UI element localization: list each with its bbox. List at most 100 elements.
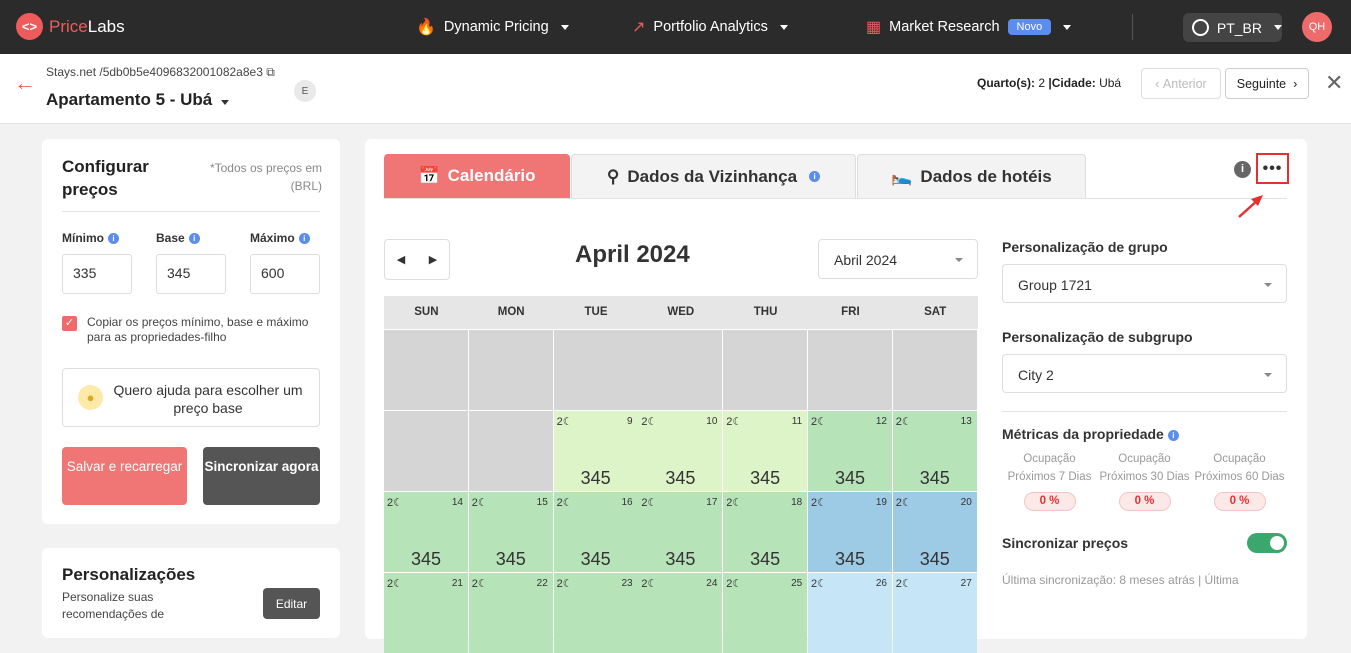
edit-button[interactable]: Editar — [263, 588, 320, 619]
configure-prices-title-line1: Configurar — [62, 157, 149, 176]
nav-dynamic-pricing-label: Dynamic Pricing — [443, 19, 549, 35]
min-label-text: Mínimo — [62, 231, 104, 245]
calendar-day-cell — [553, 330, 638, 410]
calendar-day-cell[interactable]: 2☾ 20 345 — [892, 492, 977, 572]
min-nights-label: 2☾ — [641, 577, 657, 590]
listing-title-dropdown[interactable]: Apartamento 5 - Ubá — [46, 90, 229, 110]
save-reload-button[interactable]: Salvar e recarregar — [62, 447, 187, 505]
previous-button[interactable]: ‹ Anterior — [1141, 68, 1221, 99]
chevron-left-icon: ‹ — [1155, 76, 1163, 91]
calendar-day-cell[interactable]: 2☾ 16 345 — [553, 492, 638, 572]
sync-prices-row: Sincronizar preços — [1002, 533, 1287, 553]
tab-hotels[interactable]: 🛌 Dados de hotéis — [857, 154, 1086, 198]
calendar-day-cell[interactable]: 2☾ 21 — [384, 573, 468, 653]
nav-portfolio-analytics[interactable]: ↗ Portfolio Analytics — [632, 0, 788, 54]
calendar-day-cell[interactable]: 2☾ 27 — [892, 573, 977, 653]
map-pin-icon: ⚲ — [606, 166, 620, 186]
day-price: 345 — [665, 549, 696, 569]
day-number: 13 — [960, 416, 972, 427]
metric-7-days: Ocupação Próximos 7 Dias 0 % — [1002, 450, 1097, 511]
next-month-icon[interactable]: ▶ — [429, 253, 437, 266]
calendar-day-cell — [723, 330, 808, 410]
calendar-day-cell[interactable]: 2☾ 19 345 — [807, 492, 892, 572]
calendar-day-cell[interactable]: 2☾ 14 345 — [384, 492, 468, 572]
moon-icon: ☾ — [393, 497, 403, 509]
day-number: 23 — [621, 578, 633, 589]
user-avatar[interactable]: QH — [1302, 12, 1332, 42]
weekday-label: TUE — [584, 306, 608, 318]
calendar-day-cell[interactable]: 2☾ 18 345 — [723, 492, 808, 572]
help-base-price-button[interactable]: ● Quero ajuda para escolher um preço bas… — [62, 368, 320, 427]
sync-prices-toggle[interactable] — [1247, 533, 1287, 553]
calendar-day-cell[interactable]: 2☾ 11 345 — [723, 411, 808, 491]
calendar-day-cell[interactable]: 2☾ 24 — [638, 573, 723, 653]
base-price-input[interactable]: 345 — [156, 254, 226, 294]
moon-icon: ☾ — [562, 416, 573, 428]
info-icon[interactable]: i — [188, 233, 200, 245]
breadcrumb[interactable]: Stays.net /5db0b5e4096832001082a8e3 ⧉ — [46, 65, 275, 80]
calendar-day-cell[interactable]: 2☾ 26 — [807, 573, 892, 653]
copy-prices-checkbox[interactable]: ✓ — [62, 316, 77, 331]
city-value: Ubá — [1099, 76, 1122, 90]
min-price-input[interactable]: 335 — [62, 254, 132, 294]
calendar-day-cell[interactable]: 2☾ 22 — [468, 573, 553, 653]
nav-dynamic-pricing[interactable]: 🔥 Dynamic Pricing — [416, 0, 569, 54]
calendar-day-cell — [384, 330, 468, 410]
day-number: 21 — [451, 578, 463, 589]
back-arrow-icon[interactable]: ← — [14, 70, 36, 96]
moon-icon: ☾ — [901, 416, 912, 428]
calendar-day-cell[interactable]: 2☾ 12 345 — [807, 411, 892, 491]
moon-icon: ☾ — [901, 578, 912, 590]
calendar-day-cell[interactable]: 2☾ 25 — [723, 573, 808, 653]
calendar-day-cell — [892, 330, 977, 410]
max-price-input[interactable]: 600 — [250, 254, 320, 294]
more-options-button[interactable]: ••• — [1256, 153, 1289, 184]
info-icon[interactable]: i — [1234, 161, 1251, 178]
tab-calendar-label: Calendário — [447, 166, 536, 185]
metric-label: Ocupação Próximos 7 Dias — [1007, 453, 1092, 483]
pricelabs-logo[interactable]: <> PriceLabs — [16, 13, 125, 40]
flame-icon: 🔥 — [416, 19, 436, 36]
personalizations-text: Personalize suas recomendações de — [62, 590, 165, 621]
info-icon[interactable]: i — [298, 233, 310, 245]
calendar-day-cell[interactable]: 2☾ 17 345 — [638, 492, 723, 572]
chevron-down-icon — [955, 258, 963, 262]
divider — [62, 211, 320, 212]
max-label: Máximo i — [250, 231, 310, 245]
min-nights-label: 2☾ — [641, 415, 657, 428]
group-select[interactable]: Group 1721 — [1002, 264, 1287, 303]
external-link-icon[interactable]: ⧉ — [266, 65, 275, 79]
calendar-week-row: 2☾ 14 345 2☾ 15 345 2☾ 16 345 2☾ 17 345 2☾ 18 345 2☾ 19 3… — [384, 492, 978, 572]
info-icon[interactable]: i — [108, 233, 119, 245]
day-price: 345 — [410, 549, 442, 569]
chevron-down-icon — [779, 24, 788, 30]
language-selector[interactable]: PT_BR — [1183, 13, 1282, 42]
day-price: 345 — [580, 549, 611, 569]
day-number: 26 — [875, 578, 887, 589]
month-select-value: Abril 2024 — [834, 252, 898, 268]
base-label-text: Base — [156, 231, 185, 245]
info-icon[interactable]: i — [1167, 429, 1179, 441]
calendar-day-cell[interactable]: 2☾ 10 345 — [638, 411, 723, 491]
sync-now-button[interactable]: Sincronizar agora — [203, 447, 320, 505]
moon-icon: ☾ — [647, 497, 658, 509]
personalizations-title: Personalizações — [62, 565, 196, 584]
rooms-value: 2 — [1038, 76, 1046, 90]
prev-month-icon[interactable]: ◀ — [397, 253, 405, 266]
info-icon[interactable]: i — [809, 171, 821, 182]
calendar-day-cell[interactable]: 2☾ 9 345 — [553, 411, 638, 491]
calendar-day-cell[interactable]: 2☾ 23 — [553, 573, 638, 653]
max-label-text: Máximo — [250, 231, 295, 245]
nav-market-research[interactable]: ▦ Market Research Novo — [866, 0, 1072, 54]
right-panel: Personalização de grupo Group 1721 Perso… — [1002, 239, 1287, 587]
moon-icon: ☾ — [562, 578, 573, 590]
calendar-day-cell[interactable]: 2☾ 15 345 — [468, 492, 553, 572]
subgroup-select[interactable]: City 2 — [1002, 354, 1287, 393]
calendar-day-cell[interactable]: 2☾ 13 345 — [892, 411, 977, 491]
close-icon[interactable]: ✕ — [1325, 70, 1343, 96]
logo-text-price: Price — [49, 16, 88, 36]
next-button[interactable]: Seguinte › — [1225, 68, 1309, 99]
tab-neighborhood[interactable]: ⚲ Dados da Vizinhança i — [571, 154, 856, 198]
month-select[interactable]: Abril 2024 — [818, 239, 978, 279]
tab-calendar[interactable]: 📅 Calendário — [384, 154, 570, 198]
